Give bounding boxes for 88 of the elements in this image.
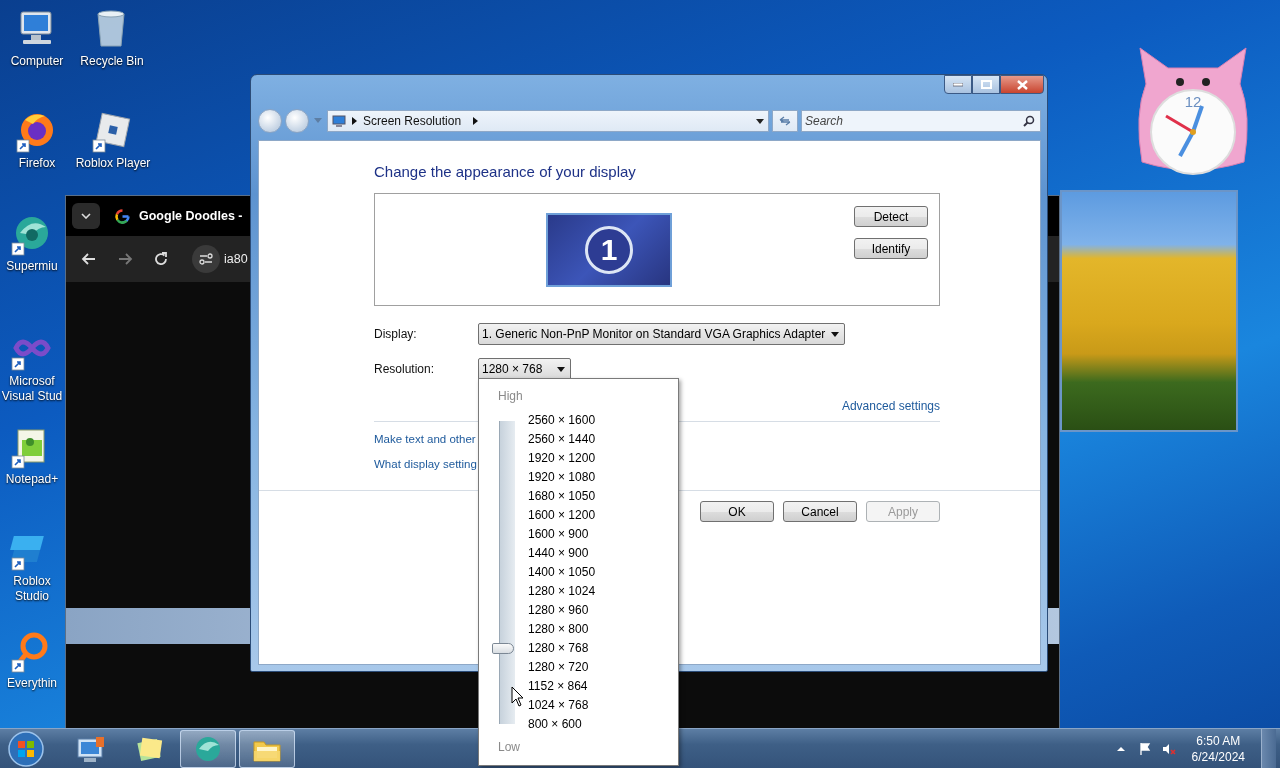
resolution-option[interactable]: 1152 × 864 <box>528 677 596 696</box>
resolution-option[interactable]: 1440 × 900 <box>528 544 596 563</box>
roblox-studio-icon <box>10 536 44 562</box>
flag-icon[interactable] <box>1137 741 1152 756</box>
display-dropdown[interactable]: 1. Generic Non-PnP Monitor on Standard VGA Graphics Adapter <box>478 323 846 345</box>
clock-numeral: 12 <box>1184 93 1202 110</box>
resolution-option[interactable]: 1600 × 1200 <box>528 506 596 525</box>
preview-button[interactable]: Identify <box>854 238 928 259</box>
supermium-icon <box>16 217 48 249</box>
close-icon[interactable] <box>1016 79 1028 90</box>
tab-list-button[interactable] <box>72 203 100 229</box>
monitor-icon <box>332 115 346 127</box>
slider-high-label: High <box>498 389 523 403</box>
slider-low-label: Low <box>498 740 520 754</box>
resolution-option[interactable]: 1280 × 960 <box>528 601 596 620</box>
sticky-notes-icon[interactable] <box>137 737 163 761</box>
supermium-icon[interactable] <box>196 736 220 761</box>
mouse-pointer-icon <box>511 686 525 707</box>
clock-time[interactable]: 6:50 AM <box>1196 732 1241 749</box>
resolution-option[interactable]: 1400 × 1050 <box>528 563 596 582</box>
maximize-button[interactable] <box>972 75 1000 94</box>
notepad-icon <box>17 429 45 463</box>
address-text[interactable]: ia80 <box>224 252 248 266</box>
refresh-icon[interactable] <box>778 115 792 127</box>
resolution-option[interactable]: 1920 × 1080 <box>528 468 596 487</box>
refresh-button[interactable] <box>772 110 798 132</box>
chevron-down-icon[interactable] <box>81 213 91 219</box>
desktop-icon-label[interactable]: Roblox Player <box>75 156 151 171</box>
resolution-option[interactable]: 800 × 600 <box>528 715 596 734</box>
desktop-icon-label[interactable]: Notepad+ <box>5 472 59 487</box>
reload-icon[interactable] <box>152 250 170 268</box>
resolution-option[interactable]: 2560 × 1440 <box>528 430 596 449</box>
chevron-icon[interactable] <box>473 117 479 125</box>
sliders-icon[interactable] <box>199 253 213 265</box>
field-label: Display: <box>374 327 418 341</box>
resolution-dropdown[interactable]: 1280 × 768 <box>478 358 571 380</box>
resolution-option[interactable]: 1280 × 800 <box>528 620 596 639</box>
resolution-option[interactable]: 1680 × 1050 <box>528 487 596 506</box>
folder-icon[interactable] <box>253 741 281 761</box>
chevron-icon[interactable] <box>352 117 357 125</box>
site-info-button[interactable] <box>192 245 220 273</box>
desktop-icon-label[interactable]: Computer <box>10 54 64 69</box>
help-link[interactable]: What display setting <box>374 456 477 472</box>
resolution-option[interactable]: 1600 × 900 <box>528 525 596 544</box>
computer-icon <box>20 11 52 44</box>
resolution-option[interactable]: 2560 × 1600 <box>528 411 596 430</box>
monitor-number: 1 <box>585 226 633 274</box>
search-field[interactable]: Search <box>801 110 1041 132</box>
monitor-drawing[interactable]: 1 <box>546 213 672 287</box>
caret-icon[interactable] <box>557 366 565 372</box>
breadcrumb-item[interactable]: Screen Resolution <box>363 114 462 128</box>
page-heading: Change the appearance of your display <box>374 162 637 182</box>
resolution-option[interactable]: 1280 × 720 <box>528 658 596 677</box>
dialog-button[interactable]: Cancel <box>783 501 857 522</box>
desktop-icon-label[interactable]: Microsof Visual Stud <box>0 374 64 404</box>
monitor-icon[interactable] <box>77 736 104 762</box>
back-button[interactable] <box>258 109 282 133</box>
resolution-option[interactable]: 1280 × 1024 <box>528 582 596 601</box>
visual-studio-icon <box>13 339 51 357</box>
resolution-option[interactable]: 1280 × 768 <box>528 639 596 658</box>
resolution-option[interactable]: 1024 × 768 <box>528 696 596 715</box>
desktop-icon-label[interactable]: Recycle Bin <box>80 54 144 69</box>
desktop-icon-label[interactable]: Everythin <box>7 676 57 691</box>
address-field[interactable]: Screen Resolution <box>327 110 769 132</box>
dialog-button[interactable]: OK <box>700 501 774 522</box>
resolution-option[interactable]: 1920 × 1200 <box>528 449 596 468</box>
taskbar-button[interactable] <box>180 729 236 768</box>
clock-date[interactable]: 6/24/2024 <box>1191 748 1245 765</box>
slider-thumb[interactable] <box>492 643 514 655</box>
start-button[interactable] <box>8 730 44 767</box>
search-icon[interactable] <box>1023 115 1035 127</box>
advanced-settings-link[interactable]: Advanced settings <box>841 398 940 414</box>
tab-title[interactable]: Google Doodles - <box>139 209 243 223</box>
recycle-bin-icon <box>97 10 125 47</box>
firefox-icon <box>21 114 53 146</box>
desktop-icon-label[interactable]: Supermiu <box>6 259 58 274</box>
caret-icon[interactable] <box>831 331 840 337</box>
preview-button[interactable]: Detect <box>854 206 928 227</box>
close-button[interactable] <box>1000 75 1044 94</box>
google-logo-icon <box>114 207 131 225</box>
help-link[interactable]: Make text and other <box>374 431 476 447</box>
minimize-button[interactable] <box>944 75 972 94</box>
desktop-icon-label[interactable]: Firefox <box>18 156 56 171</box>
taskbar-button[interactable] <box>239 729 295 768</box>
caret-icon[interactable] <box>756 118 764 124</box>
minimize-icon[interactable] <box>953 82 963 87</box>
desktop-icon-label[interactable]: Roblox Studio <box>0 574 64 604</box>
field-label: Resolution: <box>374 362 436 376</box>
